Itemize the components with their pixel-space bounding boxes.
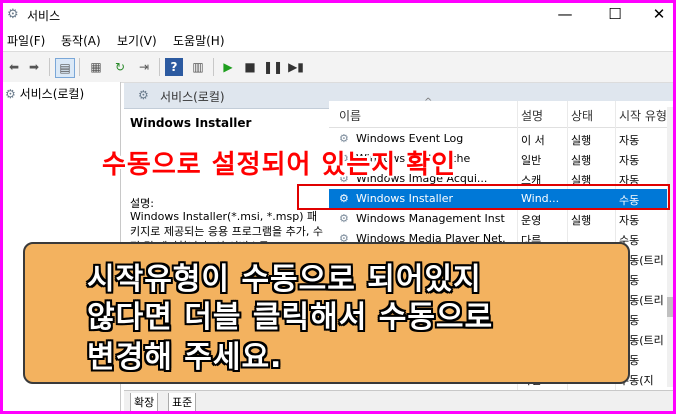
toolbar-separator — [213, 58, 214, 76]
callout-line-3: 변경해 주세요. — [87, 340, 283, 375]
maximize-button[interactable]: ☐ — [593, 3, 637, 27]
close-button[interactable]: ✕ — [637, 3, 673, 27]
action-pane-icon[interactable]: ▥ — [189, 58, 207, 76]
export-icon[interactable]: ⇥ — [135, 58, 153, 76]
callout-line-2: 않다면 더블 클릭해서 수동으로 — [87, 300, 494, 335]
scrollbar-thumb[interactable] — [667, 297, 673, 317]
title-bar: ⚙ 서비스 — ☐ ✕ — [3, 3, 673, 27]
tree-node-label: 서비스(로컬) — [19, 87, 85, 101]
table-row[interactable]: ⚙ Windows Management Inst... 운영 실행 자동 — [329, 209, 673, 229]
console-tree-icon[interactable]: ▤ — [55, 58, 75, 78]
toolbar: ⬅ ➡ ▤ ▦ ↻ ⇥ ? ▥ ▶ ■ ❚❚ ▶▮ — [3, 51, 673, 83]
start-service-icon[interactable]: ▶ — [219, 58, 237, 76]
service-desc-cell: 운영 — [521, 214, 542, 227]
service-status-cell: 실행 — [571, 214, 592, 227]
column-desc-header[interactable]: 설명 — [521, 107, 543, 124]
service-desc-cell: 이 서 — [521, 134, 545, 147]
annotation-check-manual: 수동으로 설정되어 있는지 확인 — [102, 150, 457, 180]
menu-help[interactable]: 도움말(H) — [173, 32, 225, 49]
column-header: 이름 ^ 설명 상태 시작 유형 — [329, 97, 673, 128]
menu-view[interactable]: 보기(V) — [117, 32, 157, 49]
column-name-header[interactable]: 이름 — [339, 107, 361, 124]
vertical-scrollbar[interactable] — [667, 107, 673, 387]
properties-icon[interactable]: ▦ — [87, 58, 105, 76]
services-gear-icon: ⚙ — [138, 88, 149, 102]
forward-arrow-icon[interactable]: ➡ — [25, 58, 43, 76]
services-pane-title: 서비스(로컬) — [160, 90, 225, 104]
toolbar-separator — [49, 58, 50, 76]
refresh-icon[interactable]: ↻ — [111, 58, 129, 76]
tab-standard[interactable]: 표준 — [168, 393, 197, 411]
help-icon[interactable]: ? — [165, 58, 183, 76]
toolbar-separator — [159, 58, 160, 76]
tree-node-services-local[interactable]: ⚙ 서비스(로컬) — [5, 85, 84, 102]
selected-service-name: Windows Installer — [130, 116, 252, 130]
highlight-box — [297, 184, 670, 210]
tab-extended[interactable]: 확장 — [130, 393, 159, 411]
services-gear-icon: ⚙ — [7, 7, 19, 22]
menu-bar: 파일(F) 동작(A) 보기(V) 도움말(H) — [3, 27, 673, 51]
service-startup-cell: 자동 — [619, 134, 640, 147]
service-desc-cell: 일반 — [521, 154, 542, 167]
menu-action[interactable]: 동작(A) — [61, 32, 101, 49]
services-gear-icon: ⚙ — [5, 87, 20, 101]
pause-service-icon[interactable]: ❚❚ — [263, 58, 283, 76]
service-startup-cell: 자동 — [619, 154, 640, 167]
column-startup-header[interactable]: 시작 유형 — [619, 107, 667, 124]
sort-up-icon: ^ — [424, 97, 433, 108]
service-status-cell: 실행 — [571, 154, 592, 167]
window-title: 서비스 — [27, 9, 61, 23]
service-name-cell: Windows Management Inst... — [356, 212, 506, 225]
toolbar-separator — [79, 58, 80, 76]
restart-service-icon[interactable]: ▶▮ — [287, 58, 305, 76]
service-gear-icon: ⚙ — [339, 212, 349, 225]
back-arrow-icon[interactable]: ⬅ — [5, 58, 23, 76]
instruction-callout: 시작유형이 수동으로 되어있지 않다면 더블 클릭해서 수동으로 변경해 주세요… — [23, 242, 630, 384]
stop-service-icon[interactable]: ■ — [241, 58, 259, 76]
column-status-header[interactable]: 상태 — [571, 107, 593, 124]
service-status-cell: 실행 — [571, 134, 592, 147]
minimize-button[interactable]: — — [543, 3, 587, 27]
service-startup-cell: 자동 — [619, 214, 640, 227]
menu-file[interactable]: 파일(F) — [7, 32, 45, 49]
view-tabs: 확장 표준 — [124, 390, 673, 411]
